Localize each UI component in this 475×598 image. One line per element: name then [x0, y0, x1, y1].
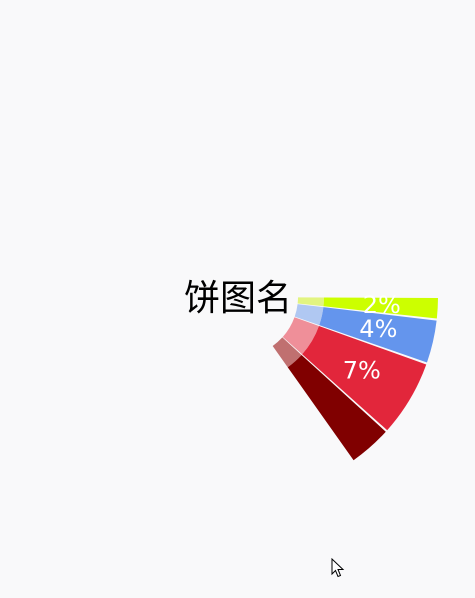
mouse-pointer-icon — [331, 558, 345, 578]
slice-label-3: 7% — [343, 357, 381, 385]
pie-chart: 饼图名 2%4%7% — [184, 278, 438, 461]
chart-title: 饼图名 — [184, 278, 292, 319]
slice-label-2: 4% — [359, 315, 397, 343]
